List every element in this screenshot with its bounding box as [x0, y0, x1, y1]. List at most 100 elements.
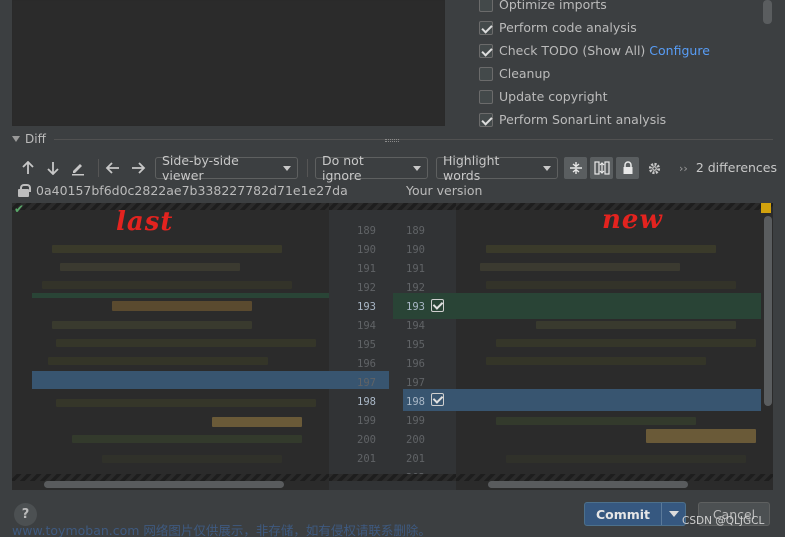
left-revision-hash: 0a40157bf6d0c2822ae7b338227782d71e1e27da: [36, 183, 348, 198]
right-line-number: 201: [406, 453, 425, 465]
fold-marker: [456, 474, 773, 481]
option-check-todo[interactable]: Check TODO (Show All) Configure: [479, 39, 710, 62]
left-line-number: 196: [357, 358, 376, 370]
collapse-unchanged-icon[interactable]: [564, 157, 587, 179]
option-label: Perform code analysis: [499, 20, 637, 35]
sync-scroll-icon[interactable]: [590, 157, 613, 179]
right-line-number: 195: [406, 339, 425, 351]
configure-link[interactable]: Configure: [649, 43, 710, 58]
pixelated-code: [496, 339, 756, 347]
commit-message-editor[interactable]: [12, 0, 445, 126]
right-line-number: 198: [406, 396, 425, 408]
pixelated-code: [112, 301, 252, 311]
vertical-scrollbar[interactable]: [764, 216, 772, 406]
pixelated-code: [56, 399, 316, 407]
commit-label: Commit: [595, 506, 651, 522]
left-line-number: 192: [357, 282, 376, 294]
chevron-down-icon[interactable]: [669, 511, 679, 517]
option-cleanup[interactable]: Cleanup: [479, 62, 710, 85]
pixelated-code: [60, 263, 240, 271]
viewer-mode-dropdown[interactable]: Side-by-side viewer: [155, 153, 298, 183]
checkbox[interactable]: [479, 0, 493, 12]
ignore-whitespace-dropdown[interactable]: Do not ignore: [315, 153, 428, 183]
option-label: Cleanup: [499, 66, 551, 81]
pixelated-code: [496, 417, 696, 425]
handwritten-annotation-last: last: [116, 207, 174, 237]
left-horizontal-scrollbar[interactable]: [44, 481, 284, 488]
option-perform-code-analysis[interactable]: Perform code analysis: [479, 16, 710, 39]
gear-icon[interactable]: [644, 158, 664, 178]
checkbox[interactable]: [479, 20, 493, 35]
right-line-number: 191: [406, 263, 425, 275]
left-line-number: 194: [357, 320, 376, 332]
differences-count: ›› 2 differences: [679, 160, 777, 175]
left-line-number: 198: [357, 396, 376, 408]
pixelated-code: [506, 455, 746, 463]
option-sonarlint-analysis[interactable]: Perform SonarLint analysis: [479, 108, 710, 131]
handwritten-annotation-new: new: [602, 205, 663, 235]
back-arrow-icon[interactable]: [102, 158, 122, 178]
right-diff-editor[interactable]: new: [456, 203, 773, 490]
left-line-number: 193: [357, 301, 376, 313]
warning-marker-icon[interactable]: [761, 203, 771, 213]
toolbar-separator: [307, 159, 308, 177]
options-scrollbar[interactable]: [763, 0, 772, 24]
lock-icon[interactable]: [616, 157, 639, 179]
checkbox[interactable]: [479, 89, 493, 104]
collapse-caret-icon[interactable]: [12, 136, 20, 142]
checkbox[interactable]: [479, 66, 493, 81]
right-line-number: 193: [406, 301, 425, 313]
right-revision-label: Your version: [406, 183, 483, 198]
highlight-mode-dropdown[interactable]: Highlight words: [436, 153, 558, 183]
right-line-number: 200: [406, 434, 425, 446]
left-line-number: 191: [357, 263, 376, 275]
next-difference-icon[interactable]: [43, 158, 63, 178]
chevron-down-icon: [283, 165, 291, 171]
inserted-block-highlight: [456, 293, 761, 319]
right-line-number: 194: [406, 320, 425, 332]
dropdown-value: Highlight words: [443, 153, 500, 183]
checkbox[interactable]: [479, 43, 493, 58]
right-line-number: 199: [406, 415, 425, 427]
pixelated-code: [56, 339, 316, 347]
right-line-number: 189: [406, 225, 425, 237]
previous-difference-icon[interactable]: [18, 158, 38, 178]
no-problems-check-icon: ✔: [14, 202, 25, 216]
checkbox[interactable]: [479, 112, 493, 127]
left-line-number: 190: [357, 244, 376, 256]
commit-button[interactable]: Commit: [584, 502, 686, 526]
read-only-lock-icon: [18, 184, 31, 197]
forward-arrow-icon[interactable]: [128, 158, 148, 178]
left-line-number: 201: [357, 453, 376, 465]
edit-source-icon[interactable]: [68, 158, 88, 178]
option-label: Update copyright: [499, 89, 608, 104]
diff-gutter: 189 190 191 192 193 194 195 196 197 198 199 200 201 1…: [329, 203, 456, 490]
pixelated-code: [646, 429, 756, 443]
right-horizontal-scrollbar[interactable]: [488, 481, 688, 488]
pixelated-code: [486, 357, 706, 365]
pixelated-code: [48, 357, 268, 365]
fold-marker: [329, 203, 456, 210]
right-line-number: 197: [406, 377, 425, 389]
pixelated-code: [486, 245, 716, 253]
pixelated-code: [52, 321, 252, 329]
option-update-copyright[interactable]: Update copyright: [479, 85, 710, 108]
changed-block-highlight: [456, 389, 761, 411]
credit-text: CSDN @QLJGCL: [682, 515, 765, 527]
pixelated-code: [486, 281, 736, 289]
apply-change-checkbox[interactable]: [431, 393, 444, 406]
divider: [661, 503, 662, 525]
apply-change-checkbox[interactable]: [431, 299, 444, 312]
left-line-number: 195: [357, 339, 376, 351]
pixelated-code: [102, 455, 282, 463]
watermark-text: www.toymoban.com 网络图片仅供展示，非存储，如有侵权请联系删除。: [12, 523, 431, 537]
option-label: Optimize imports: [499, 0, 607, 12]
right-line-number: 192: [406, 282, 425, 294]
double-chevron-icon[interactable]: ››: [679, 162, 688, 175]
left-diff-editor[interactable]: last: [12, 203, 329, 490]
left-line-number: 200: [357, 434, 376, 446]
splitter-grip-icon[interactable]: [385, 139, 399, 142]
pixelated-code: [212, 417, 302, 427]
left-revision-header: 0a40157bf6d0c2822ae7b338227782d71e1e27da: [18, 183, 348, 198]
option-optimize-imports[interactable]: Optimize imports: [479, 0, 710, 16]
